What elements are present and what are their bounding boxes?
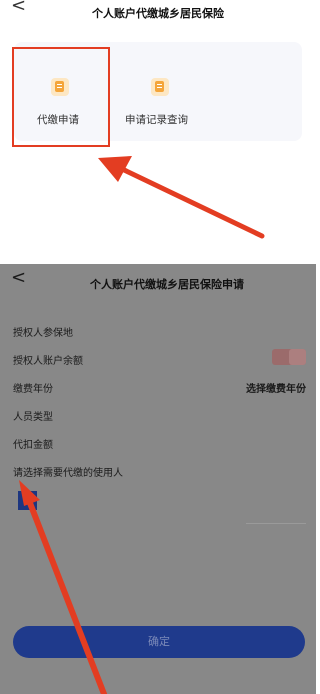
row-label: 授权人参保地 [13,328,73,339]
page-title: 个人账户代缴城乡居民保险申请 [90,278,244,291]
row-label: 授权人账户余额 [13,356,83,367]
highlight-box [12,47,110,147]
page-title: 个人账户代缴城乡居民保险 [92,7,224,20]
tile-application-records[interactable]: 申请记录查询 [114,42,214,141]
row-select-user-prompt: 请选择需要代缴的使用人 [13,464,306,482]
row-insured-location[interactable]: 授权人参保地 [13,324,306,342]
divider [246,523,306,524]
row-label: 人员类型 [13,412,53,423]
row-deduction-amount: 代扣金额 [13,436,306,454]
row-payment-year[interactable]: 缴费年份 选择缴费年份 [13,380,306,398]
row-label: 代扣金额 [13,440,53,451]
confirm-button[interactable]: 确定 [13,626,305,658]
top-screen: < 个人账户代缴城乡居民保险 代缴申请 申请记录查询 [0,0,316,262]
row-person-type[interactable]: 人员类型 [13,408,306,426]
document-icon [151,78,169,96]
user-checkbox[interactable] [18,491,37,510]
row-label: 请选择需要代缴的使用人 [13,468,123,479]
tile-label: 申请记录查询 [125,114,188,126]
row-account-balance: 授权人账户余额 [13,349,306,370]
bottom-screen: < 个人账户代缴城乡居民保险申请 授权人参保地 授权人账户余额 缴费年份 选择缴… [0,264,316,694]
select-year-value[interactable]: 选择缴费年份 [246,380,306,395]
row-label: 缴费年份 [13,384,53,395]
redacted-value [272,349,306,365]
